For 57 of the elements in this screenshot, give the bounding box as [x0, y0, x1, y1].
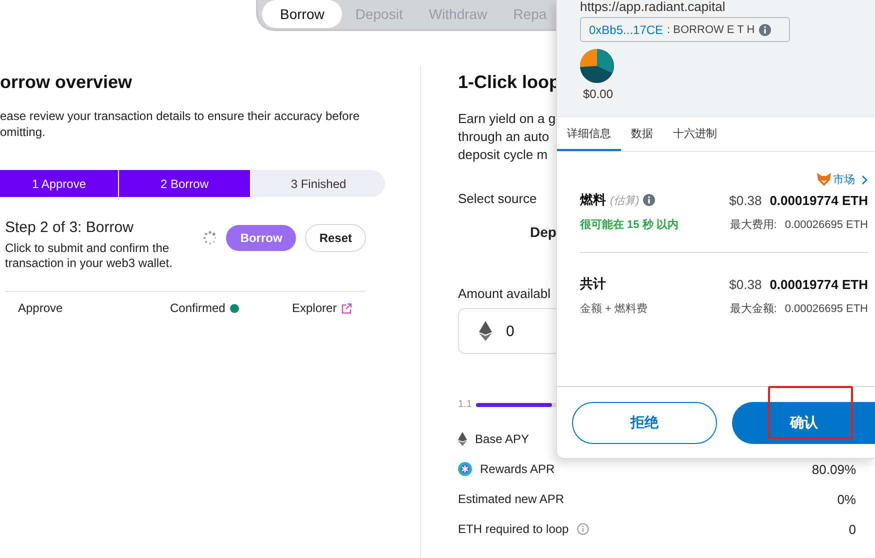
pie-avatar-icon — [580, 49, 614, 83]
transaction-label: Approve — [18, 301, 64, 315]
fiat-amount: $0.38 — [729, 192, 762, 208]
market-link[interactable]: 市场 — [817, 172, 855, 187]
section-title: orrow overview — [0, 72, 134, 92]
stat-label: Rewards APR — [480, 462, 555, 476]
reject-button[interactable]: 拒绝 — [572, 402, 717, 444]
max-value: 0.00026695 ETH — [784, 302, 868, 314]
source-option[interactable]: Dep — [530, 224, 556, 240]
ethereum-icon — [458, 432, 467, 446]
amount-value: 0 — [506, 322, 514, 340]
fox-icon — [817, 173, 831, 186]
stat-label: ETH required to loop — [458, 522, 569, 536]
eth-amount: 0.00019774 ETH — [770, 192, 868, 208]
method-name: : BORROW E T H — [667, 24, 755, 36]
star-token-icon — [458, 462, 472, 476]
max-value: 0.00026695 ETH — [784, 218, 868, 230]
tab[interactable]: 详细信息 — [557, 117, 621, 151]
borrow-button[interactable]: Borrow — [226, 225, 296, 251]
reset-button[interactable]: Reset — [305, 224, 366, 252]
stat-label: Estimated new APR — [458, 492, 564, 506]
stat-value: 0 — [848, 522, 856, 536]
info-icon — [576, 523, 589, 535]
chevron-right-icon — [861, 174, 868, 184]
status-text: Confirmed — [170, 301, 226, 315]
address-link[interactable]: 0xBb5...17CE — [589, 22, 664, 36]
fiat-amount: $0.38 — [729, 276, 762, 292]
field-label: Amount availabl — [458, 286, 550, 301]
tab[interactable]: Borrow — [262, 0, 342, 28]
info-icon — [643, 194, 656, 206]
description-text: ease review your transaction details to ensure their accuracy before omitting. — [0, 108, 361, 140]
step-description: Click to submit and confirm the transaction in your web3 wallet. — [5, 241, 172, 271]
ethereum-icon — [479, 321, 492, 341]
eth-amount: 0.00019774 ETH — [770, 276, 868, 292]
progress-step: 2 Borrow — [119, 170, 251, 197]
fee-note: 很可能在 15 秒 以内 — [580, 218, 678, 232]
stat-value: 0% — [837, 492, 856, 506]
max-label: 最大费用: — [730, 218, 777, 232]
fee-hint: (估算) — [610, 194, 640, 208]
progress-step: 1 Approve — [0, 170, 119, 197]
field-label: Select source — [458, 191, 537, 206]
balance-text: $0.00 — [583, 87, 614, 101]
leverage-slider[interactable] — [476, 402, 552, 406]
external-link-icon — [340, 302, 352, 314]
explorer-link[interactable]: Explorer — [292, 301, 337, 315]
stat-label: Base APY — [475, 432, 530, 446]
fee-label: 共计 — [580, 275, 606, 293]
progress-step: 3 Finished — [251, 170, 386, 197]
confirm-button[interactable]: 确认 — [732, 402, 875, 444]
slider-min-label: 1.1 — [458, 399, 472, 410]
description-text: Earn yield on a g through an auto deposit cycle m — [458, 110, 556, 164]
fee-label: 燃料 — [580, 191, 606, 209]
max-label: 最大金额: — [730, 302, 777, 316]
stat-value: 80.09% — [812, 462, 856, 476]
info-icon — [758, 24, 771, 36]
step-title: Step 2 of 3: Borrow — [5, 219, 134, 237]
origin-url: https://app.radiant.capital — [580, 0, 726, 14]
